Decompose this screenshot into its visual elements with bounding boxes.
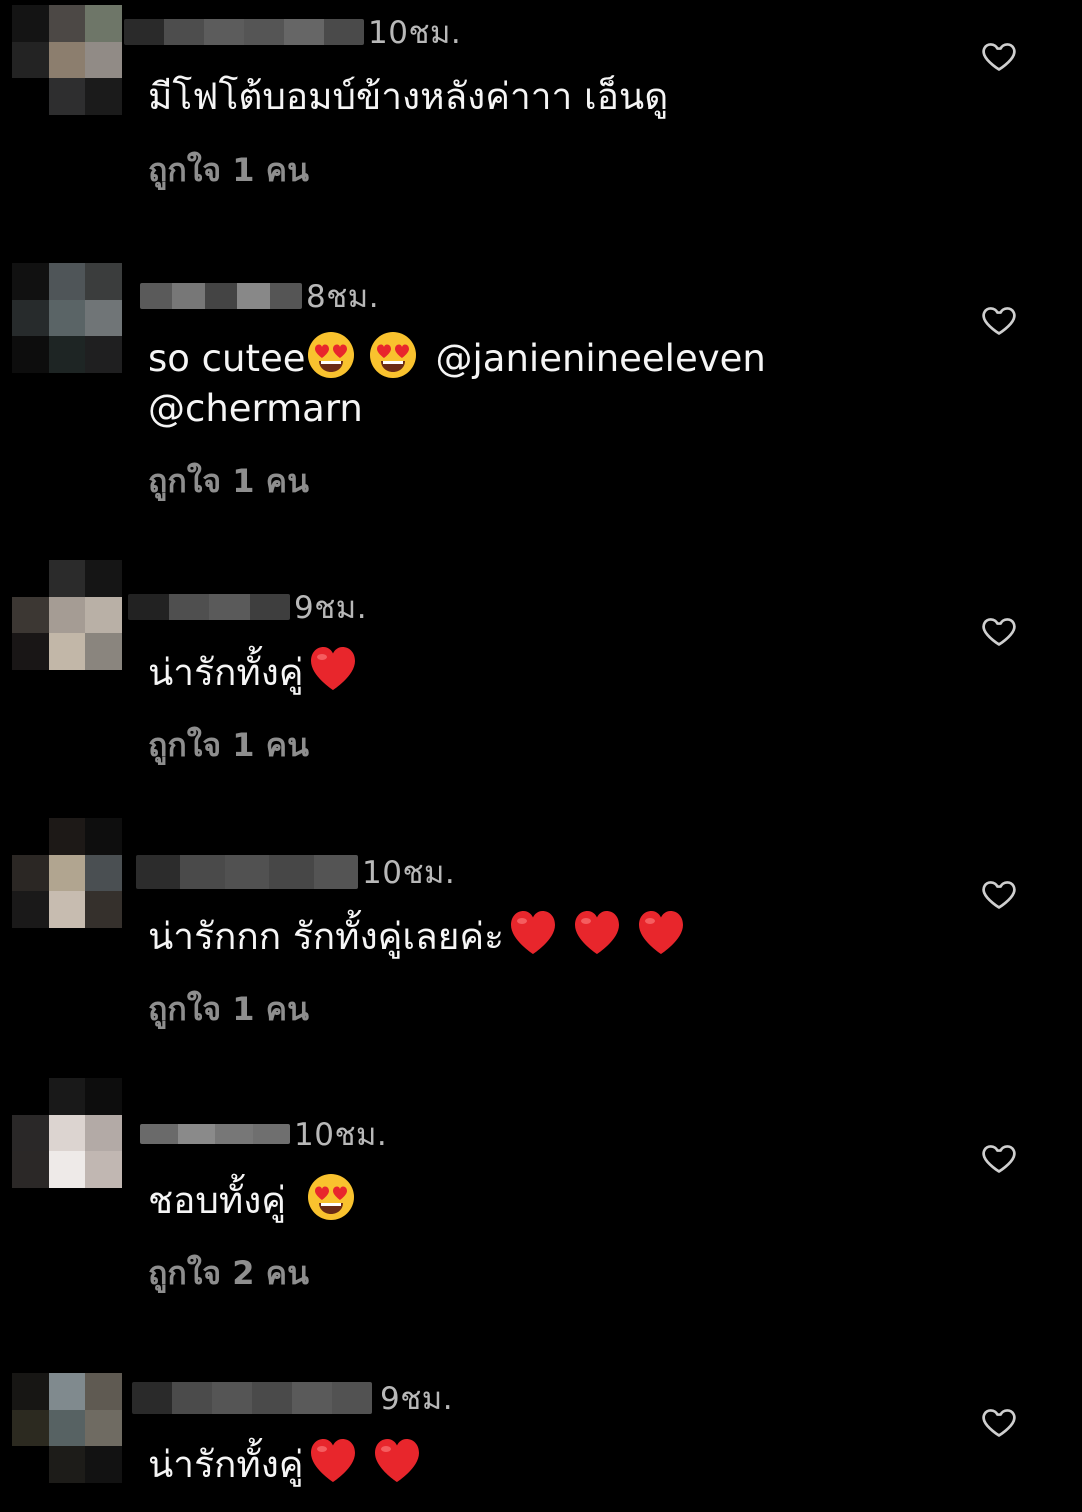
avatar[interactable] — [12, 263, 122, 373]
blurred-username[interactable] — [136, 855, 358, 889]
like-heart-icon[interactable] — [980, 37, 1018, 75]
comment-timestamp: 8ชม. — [306, 279, 380, 315]
like-heart-icon[interactable] — [980, 1139, 1018, 1177]
comment-meta: 10ชม. — [124, 12, 461, 52]
comment-text: น่ารักทั้งคู่ — [148, 644, 362, 699]
comment-text-body: so cutee — [148, 337, 306, 380]
avatar[interactable] — [12, 1078, 122, 1188]
heart-eyes-emoji — [306, 330, 356, 380]
avatar[interactable] — [12, 560, 122, 670]
red-heart-emoji — [572, 908, 622, 958]
comment-text: น่ารักทั้งคู่ — [148, 1436, 426, 1491]
blurred-username[interactable] — [128, 594, 290, 620]
comment-meta: 10ชม. — [140, 1114, 387, 1154]
blurred-username[interactable] — [132, 1382, 372, 1414]
red-heart-emoji — [308, 644, 358, 694]
comment-meta: 9ชม. — [128, 587, 367, 627]
avatar[interactable] — [12, 5, 122, 115]
comment-timestamp: 9ชม. — [294, 590, 368, 626]
mention-link[interactable]: @chermarn — [148, 382, 363, 435]
comment-text-body: น่ารักทั้งคู่ — [148, 651, 304, 694]
red-heart-emoji — [636, 908, 686, 958]
likes-count[interactable]: ถูกใจ 1 คน — [148, 984, 309, 1035]
comment-text-body: น่ารักกก รักทั้งคู่เลยค่ะ — [148, 915, 505, 958]
red-heart-emoji — [372, 1436, 422, 1486]
like-heart-icon[interactable] — [980, 1403, 1018, 1441]
comment-timestamp: 9ชม. — [380, 1381, 454, 1417]
mention-link[interactable]: @janienineeleven — [436, 337, 766, 380]
heart-eyes-emoji — [306, 1172, 356, 1222]
comment-meta: 8ชม. — [140, 276, 379, 316]
blurred-username[interactable] — [140, 283, 302, 309]
like-heart-icon[interactable] — [980, 612, 1018, 650]
comment-text-body: น่ารักทั้งคู่ — [148, 1443, 304, 1486]
comment-text: น่ารักกก รักทั้งคู่เลยค่ะ — [148, 908, 690, 963]
avatar[interactable] — [12, 1373, 122, 1483]
red-heart-emoji — [508, 908, 558, 958]
comment-timestamp: 10ชม. — [362, 855, 456, 891]
heart-eyes-emoji — [368, 330, 418, 380]
blurred-username[interactable] — [140, 1124, 290, 1144]
comment-meta: 10ชม. — [136, 852, 455, 892]
like-heart-icon[interactable] — [980, 875, 1018, 913]
likes-count[interactable]: ถูกใจ 1 คน — [148, 456, 309, 507]
comment-timestamp: 10ชม. — [294, 1117, 388, 1153]
likes-count[interactable]: ถูกใจ 1 คน — [148, 720, 309, 771]
comment-timestamp: 10ชม. — [368, 15, 462, 51]
avatar[interactable] — [12, 818, 122, 928]
comment-text: so cutee @janienineeleven — [148, 330, 766, 385]
red-heart-emoji — [308, 1436, 358, 1486]
comment-text: มีโฟโต้บอมบ์ข้างหลังค่าาา เอ็นดู — [148, 75, 669, 118]
comment-meta: 9ชม. — [132, 1378, 453, 1418]
like-heart-icon[interactable] — [980, 301, 1018, 339]
comment-text: ชอบทั้งคู่ — [148, 1172, 360, 1227]
likes-count[interactable]: ถูกใจ 2 คน — [148, 1248, 309, 1299]
blurred-username[interactable] — [124, 19, 364, 45]
likes-count[interactable]: ถูกใจ 1 คน — [148, 145, 309, 196]
comment-text-body: ชอบทั้งคู่ — [148, 1179, 287, 1222]
